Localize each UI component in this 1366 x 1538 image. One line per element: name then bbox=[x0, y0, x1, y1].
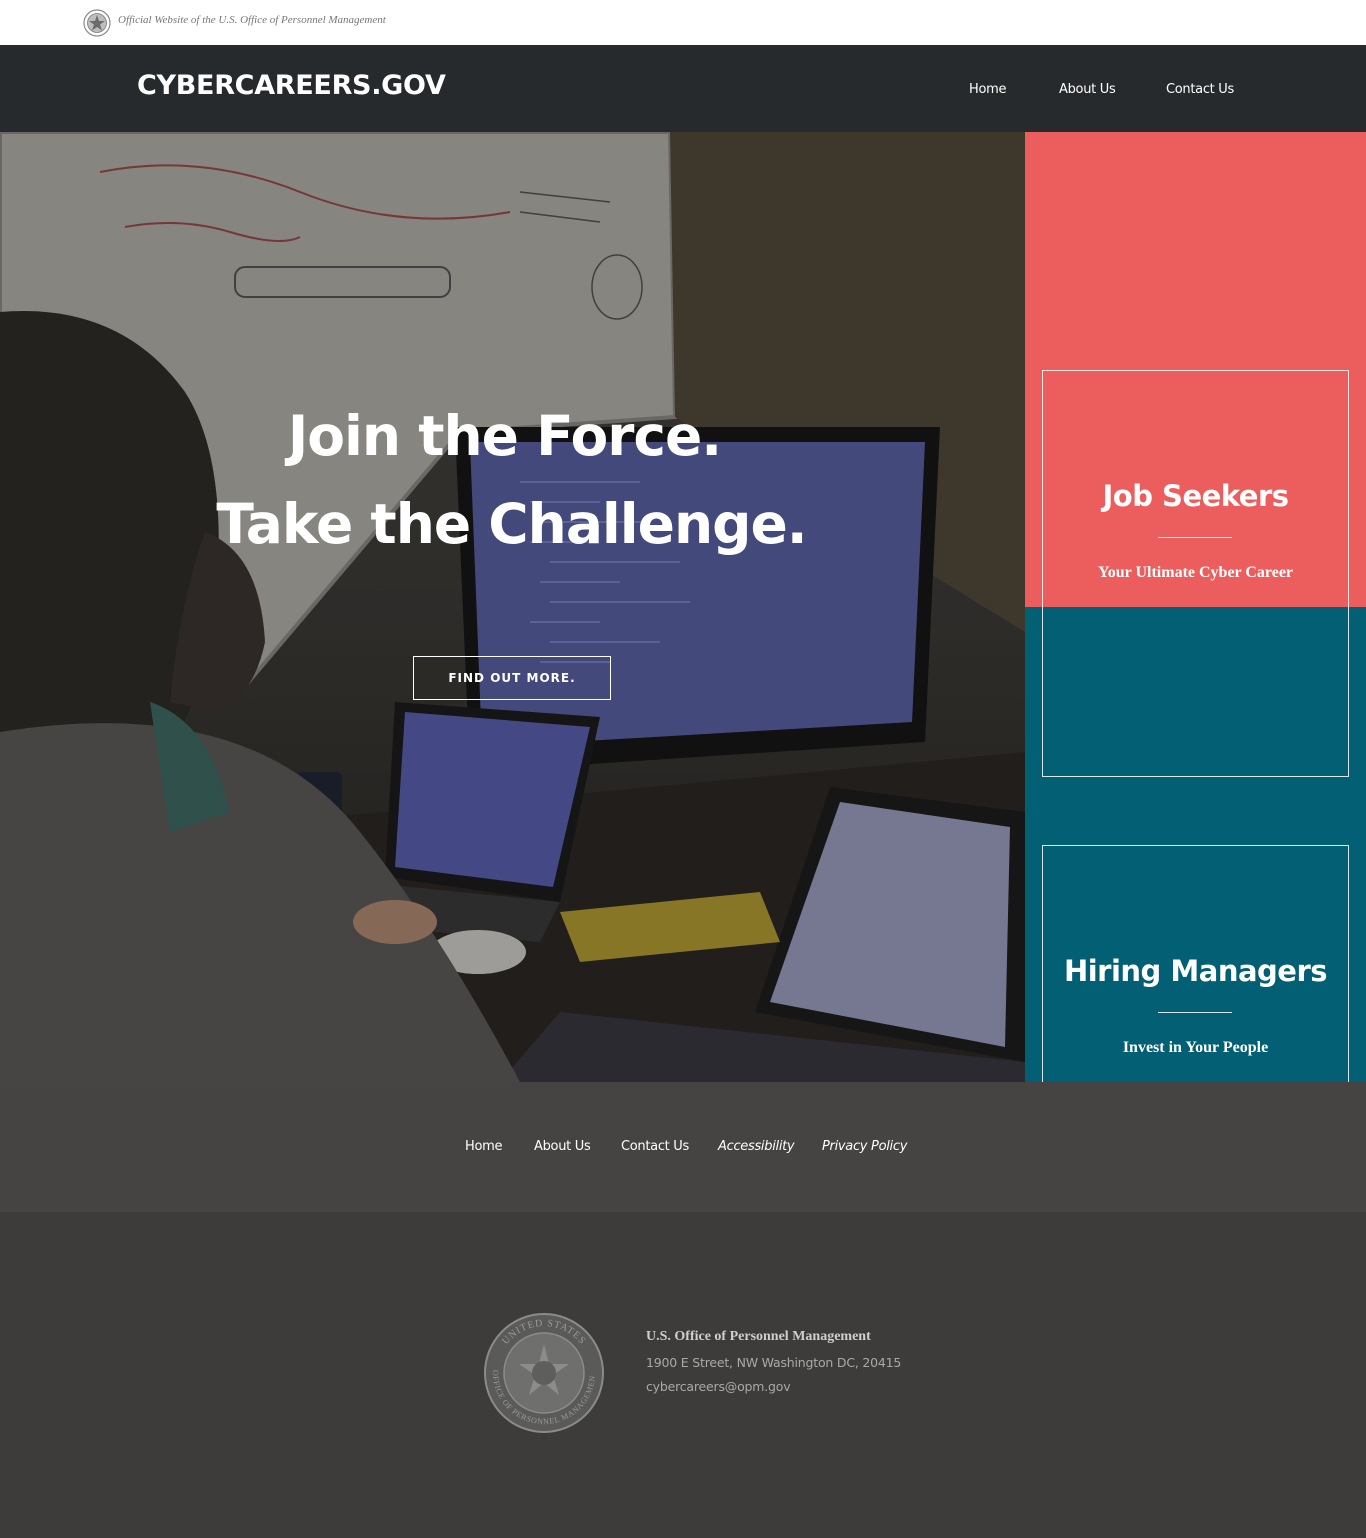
org-name: U.S. Office of Personnel Management bbox=[646, 1329, 871, 1344]
footer-nav-about-us[interactable]: About Us bbox=[534, 1139, 591, 1154]
job-seekers-subtitle: Your Ultimate Cyber Career bbox=[1097, 564, 1294, 581]
official-banner: Official Website of the U.S. Office of P… bbox=[0, 0, 1366, 45]
hiring-managers-subtitle: Invest in Your People bbox=[1122, 1039, 1269, 1056]
org-email-link[interactable]: cybercareers@opm.gov bbox=[646, 1379, 791, 1394]
opm-seal-icon bbox=[83, 9, 111, 37]
find-out-more-button[interactable]: FIND OUT MORE. bbox=[413, 656, 611, 700]
job-seekers-divider bbox=[1158, 537, 1232, 538]
footer-nav: Home About Us Contact Us Accessibility P… bbox=[0, 1082, 1366, 1212]
footer-nav-privacy-policy[interactable]: Privacy Policy bbox=[822, 1139, 907, 1154]
site-header: CYBERCAREERS.GOV Home About Us Contact U… bbox=[0, 45, 1366, 132]
opm-seal-icon: UNITED STATES OFFICE OF PERSONNEL MANAGE… bbox=[483, 1312, 604, 1433]
hero-headline-line2: Take the Challenge. bbox=[216, 492, 807, 556]
footer-nav-contact-us[interactable]: Contact Us bbox=[621, 1139, 689, 1154]
hiring-managers-divider bbox=[1158, 1012, 1232, 1013]
official-banner-text: Official Website of the U.S. Office of P… bbox=[118, 14, 386, 26]
hero-overlay bbox=[0, 132, 1025, 1082]
footer-nav-accessibility[interactable]: Accessibility bbox=[718, 1139, 795, 1154]
site-footer: UNITED STATES OFFICE OF PERSONNEL MANAGE… bbox=[0, 1212, 1366, 1538]
nav-home[interactable]: Home bbox=[969, 82, 1007, 97]
hiring-managers-title: Hiring Managers bbox=[1063, 954, 1328, 988]
job-seekers-card[interactable]: Job Seekers Your Ultimate Cyber Career bbox=[1042, 370, 1349, 777]
org-address: 1900 E Street, NW Washington DC, 20415 bbox=[646, 1355, 902, 1370]
hero-section: Join the Force. Take the Challenge. FIND… bbox=[0, 132, 1025, 1082]
nav-about-us[interactable]: About Us bbox=[1059, 82, 1116, 97]
footer-nav-home[interactable]: Home bbox=[465, 1139, 503, 1154]
job-seekers-title: Job Seekers bbox=[1102, 479, 1289, 513]
hiring-managers-card[interactable]: Hiring Managers Invest in Your People bbox=[1042, 845, 1349, 1082]
hero-headline-line1: Join the Force. bbox=[287, 404, 722, 468]
site-logo[interactable]: CYBERCAREERS.GOV bbox=[137, 70, 446, 101]
nav-contact-us[interactable]: Contact Us bbox=[1166, 82, 1234, 97]
